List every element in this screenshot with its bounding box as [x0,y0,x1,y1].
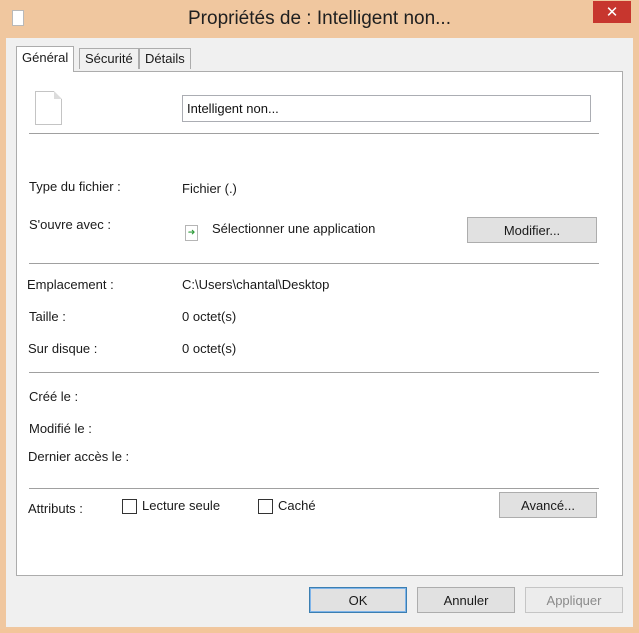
file-icon [35,91,62,125]
divider [29,372,599,373]
close-button[interactable]: ✕ [593,1,631,23]
file-type-value: Fichier (.) [182,181,237,196]
tab-general[interactable]: Général [16,46,75,72]
dialog-body: Général Sécurité Détails Type du fichier… [6,38,633,627]
divider [29,488,599,489]
location-label: Emplacement : [27,277,114,292]
hidden-label: Caché [278,498,316,513]
size-value: 0 octet(s) [182,309,237,324]
properties-dialog: Propriétés de : Intelligent non... ✕ Gén… [0,0,639,629]
size-label: Taille : [29,309,66,324]
readonly-checkbox-box[interactable] [122,499,137,514]
file-name-input[interactable] [182,95,591,122]
tab-details[interactable]: Détails [139,48,191,69]
tab-security[interactable]: Sécurité [79,48,139,69]
opens-with-label: S'ouvre avec : [29,217,111,232]
on-disk-value: 0 octet(s) [182,341,237,356]
attributes-label: Attributs : [28,501,83,516]
advanced-button[interactable]: Avancé... [499,492,597,518]
window-title: Propriétés de : Intelligent non... [188,8,451,29]
location-value: C:\Users\chantal\Desktop [182,277,330,292]
cancel-button[interactable]: Annuler [417,587,515,613]
divider [29,133,599,134]
modified-label: Modifié le : [29,421,92,436]
ok-button[interactable]: OK [309,587,407,613]
readonly-label: Lecture seule [142,498,221,513]
close-icon: ✕ [605,3,619,21]
accessed-label: Dernier accès le : [28,449,130,464]
created-label: Créé le : [29,389,79,404]
hidden-checkbox-box[interactable] [258,499,273,514]
open-with-app-icon: ➜ [185,225,198,241]
title-bar[interactable]: Propriétés de : Intelligent non... ✕ [0,0,639,38]
modify-button[interactable]: Modifier... [467,217,597,243]
general-panel: Type du fichier : Fichier (.) S'ouvre av… [16,71,623,576]
opens-with-value: Sélectionner une application [212,221,376,236]
apply-button[interactable]: Appliquer [525,587,623,613]
divider [29,263,599,264]
file-type-label: Type du fichier : [29,179,121,194]
on-disk-label: Sur disque : [28,341,98,356]
